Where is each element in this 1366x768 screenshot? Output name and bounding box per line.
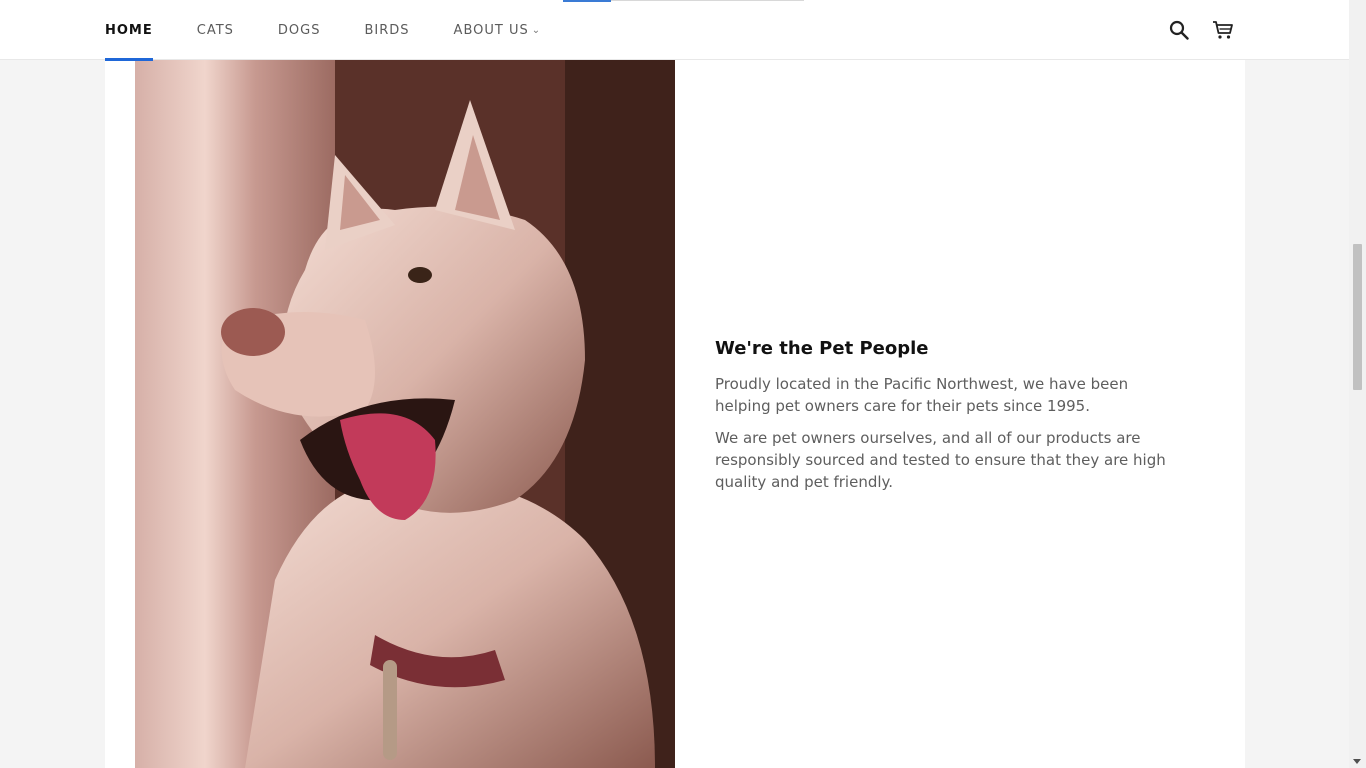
nav-item-label: CATS (196, 22, 234, 38)
chevron-down-icon: ⌄ (531, 24, 542, 36)
search-icon (1169, 20, 1189, 40)
search-button[interactable] (1167, 16, 1191, 44)
feature-text: We're the Pet People Proudly located in … (715, 338, 1185, 503)
nav-item-label: HOME (105, 22, 153, 38)
cart-button[interactable] (1211, 16, 1235, 44)
nav-item-label: ABOUT US (453, 22, 529, 38)
header-icons (1167, 16, 1235, 44)
feature-paragraph-1: Proudly located in the Pacific Northwest… (715, 375, 1129, 415)
nav-item-cats[interactable]: CATS (197, 0, 234, 60)
scroll-down-icon[interactable] (1353, 759, 1361, 764)
feature-title: We're the Pet People (715, 338, 929, 359)
top-divider (611, 0, 804, 1)
nav-item-about-us[interactable]: ABOUT US ⌄ (454, 0, 542, 60)
page-scrollbar[interactable] (1349, 0, 1366, 768)
scrollbar-thumb[interactable] (1353, 244, 1362, 390)
nav-item-label: DOGS (277, 22, 321, 38)
cart-icon (1213, 21, 1233, 39)
nav-item-birds[interactable]: BIRDS (364, 0, 409, 60)
nav-item-label: BIRDS (364, 22, 410, 38)
nav-item-dogs[interactable]: DOGS (278, 0, 321, 60)
site-header: HOME CATS DOGS BIRDS ABOUT US ⌄ (0, 0, 1349, 61)
dog-photo (135, 60, 675, 768)
main-nav: HOME CATS DOGS BIRDS ABOUT US ⌄ (105, 0, 585, 61)
nav-item-home[interactable]: HOME (105, 0, 153, 61)
feature-section: We're the Pet People Proudly located in … (105, 60, 1245, 768)
feature-paragraph-2: We are pet owners ourselves, and all of … (715, 429, 1166, 491)
dog-illustration (135, 60, 675, 768)
